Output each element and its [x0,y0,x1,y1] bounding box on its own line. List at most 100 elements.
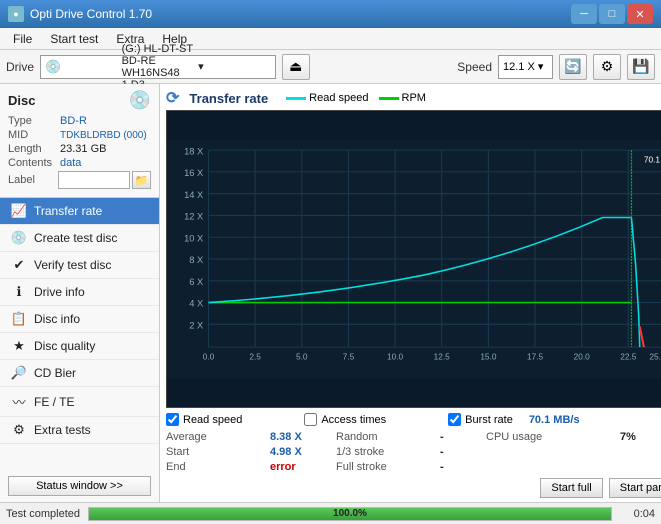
type-row: Type BD-R [8,115,151,127]
chart-title: Transfer rate [189,91,268,106]
menubar: FileStart testExtraHelp [0,28,661,50]
speed-select[interactable]: 12.1 X ▾ [498,55,553,79]
sidebar: Disc 💿 Type BD-R MID TDKBLDRBD (000) Len… [0,84,160,502]
maximize-button[interactable]: □ [599,4,625,24]
cb-access-times[interactable] [304,413,317,426]
average-value: 8.38 X [266,430,336,444]
drive-select[interactable]: 💿 (G:) HL-DT-ST BD-RE WH16NS48 1.D3 ▾ [40,55,276,79]
nav-item-disc-info[interactable]: 📋 Disc info [0,306,159,333]
nav-item-cd-bier[interactable]: 🔎 CD Bier [0,360,159,387]
eject-button[interactable]: ⏏ [282,54,310,80]
svg-text:16 X: 16 X [184,168,204,178]
svg-text:20.0: 20.0 [574,352,591,362]
nav-icon-extra-tests: ⚙ [10,422,28,438]
status-text: Test completed [6,508,80,520]
nav-label-transfer-rate: Transfer rate [34,204,102,218]
legend-rpm-color [379,97,399,100]
start-value: 4.98 X [266,445,336,459]
start-full-spacer [486,445,616,459]
nav-label-disc-info: Disc info [34,312,80,326]
contents-value: data [60,157,81,169]
menu-item-file[interactable]: File [4,29,41,49]
average-label: Average [166,430,266,444]
nav-label-disc-quality: Disc quality [34,339,95,353]
minimize-button[interactable]: ─ [571,4,597,24]
end-value: error [266,460,336,474]
bottom-bar: Test completed 100.0% 0:04 [0,502,661,524]
chart-svg: 18 X 16 X 14 X 12 X 10 X 8 X 6 X 4 X 2 X… [167,111,661,407]
cb-read-speed-item: Read speed [166,413,242,426]
svg-text:70.1 MB/s: 70.1 MB/s [644,155,661,165]
start-full-button[interactable]: Start full [540,478,602,498]
contents-row: Contents data [8,157,151,169]
stats-table: Average 8.38 X Random - CPU usage 7% Sta… [166,430,661,474]
label-browse-button[interactable]: 📁 [132,171,151,189]
nav-item-drive-info[interactable]: ℹDrive info [0,279,159,306]
label-input[interactable] [58,171,130,189]
cb-access-times-label: Access times [321,414,386,426]
label-label: Label [8,174,58,186]
nav-item-verify-test-disc[interactable]: ✔Verify test disc [0,252,159,279]
progress-bar: 100.0% [88,507,612,521]
speed-label: Speed [457,60,492,74]
save-button[interactable]: 💾 [627,54,655,80]
close-button[interactable]: ✕ [627,4,653,24]
length-row: Length 23.31 GB [8,143,151,155]
svg-text:4 X: 4 X [189,299,204,309]
nav-item-create-test-disc[interactable]: 💿Create test disc [0,225,159,252]
length-label: Length [8,143,60,155]
legend-read-speed-color [286,97,306,100]
svg-text:22.5: 22.5 [620,352,637,362]
end-spacer [486,460,616,474]
nav-label-cd-bier: CD Bier [34,366,76,380]
burst-rate-value: 70.1 MB/s [529,414,580,426]
nav-icon-transfer-rate: 📈 [10,203,28,219]
svg-text:7.5: 7.5 [343,352,355,362]
svg-text:2.5: 2.5 [249,352,261,362]
legend-read-speed-label: Read speed [309,92,368,104]
stroke13-value: - [436,445,486,459]
nav-icon-disc-info: 📋 [10,311,28,327]
app-icon: ● [8,6,24,22]
titlebar: ● Opti Drive Control 1.70 ─ □ ✕ [0,0,661,28]
mid-label: MID [8,129,60,141]
cb-burst-rate-item: Burst rate [448,413,513,426]
cb-burst-rate[interactable] [448,413,461,426]
nav-item-fe-te[interactable]: 〰FE / TE [0,387,159,417]
nav-item-transfer-rate[interactable]: 📈 Transfer rate [0,198,159,225]
random-value: - [436,430,486,444]
svg-text:25.0 GB: 25.0 GB [649,352,661,362]
svg-text:17.5: 17.5 [527,352,544,362]
chart-area: ⟳ Transfer rate Read speed RPM [160,84,661,502]
main-layout: Disc 💿 Type BD-R MID TDKBLDRBD (000) Len… [0,84,661,502]
chart-container: 18 X 16 X 14 X 12 X 10 X 8 X 6 X 4 X 2 X… [166,110,661,408]
nav-label-drive-info: Drive info [34,285,85,299]
cb-read-speed[interactable] [166,413,179,426]
mid-value: TDKBLDRBD (000) [60,130,147,141]
type-label: Type [8,115,60,127]
svg-text:12.5: 12.5 [434,352,451,362]
nav-icon-verify-test-disc: ✔ [10,257,28,273]
legend-read-speed: Read speed [286,92,368,104]
cb-burst-rate-label: Burst rate [465,414,513,426]
menu-item-start-test[interactable]: Start test [41,29,107,49]
chart-checkboxes: Read speed Access times Burst rate 70.1 … [166,411,661,428]
nav-icon-cd-bier: 🔎 [10,365,28,381]
speed-value: 12.1 X ▾ [503,60,543,73]
svg-text:14 X: 14 X [184,190,204,200]
nav-icon-create-test-disc: 💿 [10,230,28,246]
refresh-button[interactable]: 🔄 [559,54,587,80]
nav-item-disc-quality[interactable]: ★ Disc quality [0,333,159,360]
full-stroke-value: - [436,460,486,474]
svg-text:10.0: 10.0 [387,352,404,362]
end-spacer2 [616,460,661,474]
svg-text:8 X: 8 X [189,255,204,265]
nav-icon-disc-quality: ★ [10,338,28,354]
start-part-button[interactable]: Start part [609,478,661,498]
status-window-button[interactable]: Status window >> [8,476,151,496]
settings-button[interactable]: ⚙ [593,54,621,80]
nav-label-extra-tests: Extra tests [34,423,91,437]
nav-item-extra-tests[interactable]: ⚙ Extra tests [0,417,159,444]
contents-label: Contents [8,157,60,169]
titlebar-left: ● Opti Drive Control 1.70 [8,6,152,22]
